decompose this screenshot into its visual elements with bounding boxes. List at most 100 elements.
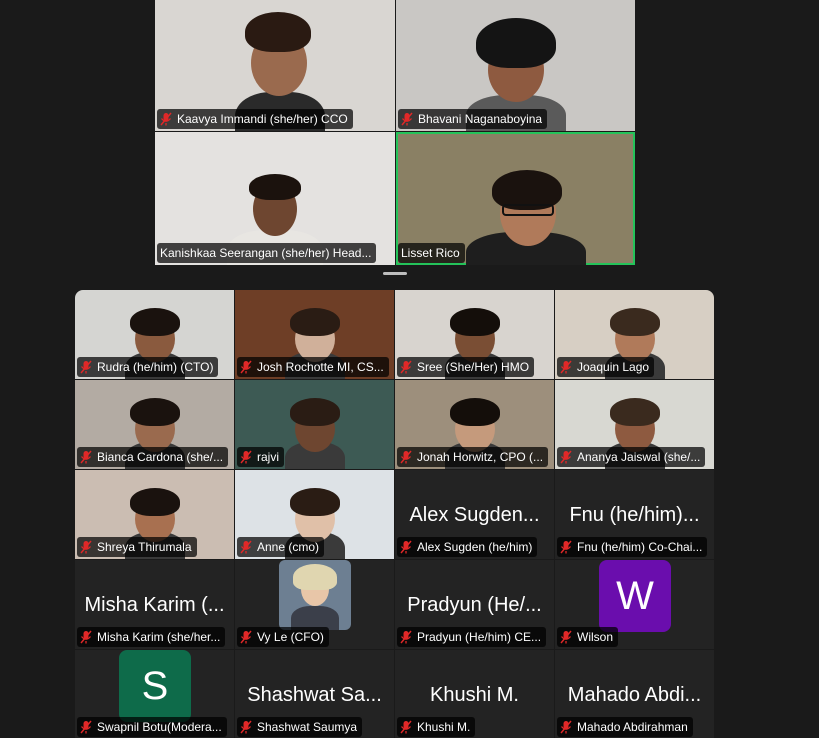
participant-name: Kaavya Immandi (she/her) CCO [177, 112, 348, 126]
participant-name: Rudra (he/him) (CTO) [97, 360, 214, 374]
muted-mic-icon [80, 450, 92, 464]
participant-name: Pradyun (He/him) CE... [417, 630, 542, 644]
participant-name: Anne (cmo) [257, 540, 320, 554]
participant-name-tag: Misha Karim (she/her... [77, 627, 226, 647]
avatar [279, 560, 351, 630]
participant-tile[interactable]: Misha Karim (... Misha Karim (she/her... [75, 560, 234, 649]
participant-display-name: Misha Karim (... [84, 594, 225, 616]
participant-name-tag: Pradyun (He/him) CE... [397, 627, 547, 647]
muted-mic-icon [400, 720, 412, 734]
participant-tile[interactable]: S Swapnil Botu(Modera... [75, 650, 234, 738]
participant-name: Wilson [577, 630, 614, 644]
participant-tile[interactable]: Shreya Thirumala [75, 470, 234, 559]
participant-display-name: Khushi M. [430, 684, 519, 706]
muted-mic-icon [240, 540, 252, 554]
participant-tile[interactable]: Fnu (he/him)... Fnu (he/him) Co-Chai... [555, 470, 714, 559]
participant-name: Bhavani Naganaboyina [418, 112, 543, 126]
muted-mic-icon [80, 630, 92, 644]
participant-display-name: Mahado Abdi... [567, 684, 702, 706]
muted-mic-icon [80, 360, 92, 374]
participant-name-tag: Rudra (he/him) (CTO) [77, 357, 219, 377]
participant-tile[interactable]: Bianca Cardona (she/... [75, 380, 234, 469]
participant-tile[interactable]: Bhavani Naganaboyina [396, 0, 635, 131]
muted-mic-icon [240, 450, 252, 464]
muted-mic-icon [400, 540, 412, 554]
muted-mic-icon [560, 360, 572, 374]
participant-name-tag: Bhavani Naganaboyina [398, 109, 548, 129]
muted-mic-icon [80, 720, 92, 734]
muted-mic-icon [400, 360, 412, 374]
participant-name-tag: rajvi [237, 447, 285, 467]
participant-name: Kanishkaa Seerangan (she/her) Head... [160, 246, 372, 260]
participant-name-tag: Kanishkaa Seerangan (she/her) Head... [157, 243, 377, 263]
participant-name: Josh Rochotte MI, CS... [257, 360, 384, 374]
participant-name-tag: Khushi M. [397, 717, 476, 737]
meeting-gallery-view: Kaavya Immandi (she/her) CCO Bhavani Nag… [0, 0, 819, 738]
participant-name: Shashwat Saumya [257, 720, 358, 734]
participant-tile[interactable]: Khushi M. Khushi M. [395, 650, 554, 738]
participant-name: Bianca Cardona (she/... [97, 450, 224, 464]
muted-mic-icon [560, 630, 572, 644]
participant-tile[interactable]: Joaquin Lago [555, 290, 714, 379]
active-speaker-tile[interactable]: Lisset Rico [396, 132, 635, 265]
muted-mic-icon [240, 630, 252, 644]
participant-name: Sree (She/Her) HMO [417, 360, 530, 374]
participant-name-tag: Vy Le (CFO) [237, 627, 329, 647]
participant-tile[interactable]: Mahado Abdi... Mahado Abdirahman [555, 650, 714, 738]
participant-name: Alex Sugden (he/him) [417, 540, 533, 554]
participant-display-name: Pradyun (He/... [407, 594, 542, 616]
participant-tile[interactable]: Sree (She/Her) HMO [395, 290, 554, 379]
participant-tile[interactable]: Shashwat Sa... Shashwat Saumya [235, 650, 394, 738]
participant-tile[interactable]: rajvi [235, 380, 394, 469]
participant-tile[interactable]: Ananya Jaiswal (she/... [555, 380, 714, 469]
muted-mic-icon [240, 360, 252, 374]
resize-handle[interactable] [383, 272, 407, 275]
muted-mic-icon [400, 630, 412, 644]
participant-tile[interactable]: Pradyun (He/... Pradyun (He/him) CE... [395, 560, 554, 649]
participant-name-tag: Wilson [557, 627, 619, 647]
muted-mic-icon [560, 450, 572, 464]
participant-name: rajvi [257, 450, 280, 464]
muted-mic-icon [560, 540, 572, 554]
participant-tile[interactable]: Kanishkaa Seerangan (she/her) Head... [155, 132, 395, 265]
participant-name-tag: Kaavya Immandi (she/her) CCO [157, 109, 353, 129]
participant-name-tag: Shreya Thirumala [77, 537, 197, 557]
participant-display-name: Fnu (he/him)... [569, 504, 700, 526]
participant-display-name: Shashwat Sa... [247, 684, 382, 706]
participant-name-tag: Sree (She/Her) HMO [397, 357, 535, 377]
participant-name: Jonah Horwitz, CPO (... [417, 450, 544, 464]
participant-name-tag: Alex Sugden (he/him) [397, 537, 538, 557]
participant-name-tag: Shashwat Saumya [237, 717, 363, 737]
muted-mic-icon [400, 450, 412, 464]
muted-mic-icon [160, 112, 172, 126]
participant-name-tag: Lisset Rico [398, 243, 465, 263]
participant-name-tag: Jonah Horwitz, CPO (... [397, 447, 549, 467]
participant-tile[interactable]: Jonah Horwitz, CPO (... [395, 380, 554, 469]
avatar-initial: S [141, 663, 169, 708]
participant-tile[interactable]: Rudra (he/him) (CTO) [75, 290, 234, 379]
participant-tile[interactable]: Alex Sugden... Alex Sugden (he/him) [395, 470, 554, 559]
muted-mic-icon [560, 720, 572, 734]
participant-tile[interactable]: Vy Le (CFO) [235, 560, 394, 649]
participant-name: Vy Le (CFO) [257, 630, 324, 644]
participant-name: Khushi M. [417, 720, 471, 734]
participant-tile[interactable]: W Wilson [555, 560, 714, 649]
participant-name-tag: Mahado Abdirahman [557, 717, 693, 737]
participant-tile[interactable]: Josh Rochotte MI, CS... [235, 290, 394, 379]
participant-display-name: Alex Sugden... [409, 504, 540, 526]
avatar: S [119, 650, 191, 722]
participant-tile[interactable]: Kaavya Immandi (she/her) CCO [155, 0, 395, 131]
participant-name: Mahado Abdirahman [577, 720, 688, 734]
participant-name: Ananya Jaiswal (she/... [577, 450, 701, 464]
participant-name: Misha Karim (she/her... [97, 630, 221, 644]
muted-mic-icon [80, 540, 92, 554]
avatar: W [599, 560, 671, 632]
avatar-initial: W [616, 573, 654, 618]
participant-name-tag: Swapnil Botu(Modera... [77, 717, 227, 737]
participant-name: Lisset Rico [401, 246, 460, 260]
participant-name-tag: Fnu (he/him) Co-Chai... [557, 537, 708, 557]
participant-name: Fnu (he/him) Co-Chai... [577, 540, 703, 554]
participant-tile[interactable]: Anne (cmo) [235, 470, 394, 559]
participant-name: Shreya Thirumala [97, 540, 192, 554]
participant-name: Joaquin Lago [577, 360, 650, 374]
